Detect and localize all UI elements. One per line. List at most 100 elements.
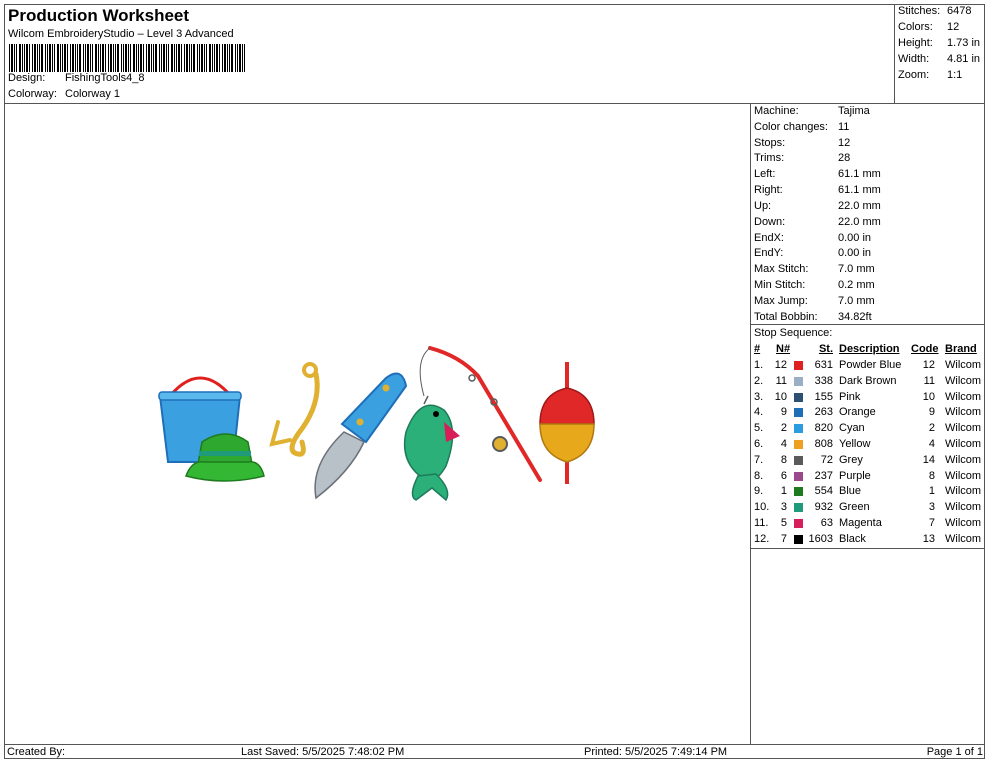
table-row: 12. 7 1603 Black 13 Wilcom xyxy=(751,533,985,548)
barcode-bar xyxy=(22,44,23,72)
table-row: 11. 5 63 Magenta 7 Wilcom xyxy=(751,517,985,532)
color-code: 9 xyxy=(928,406,935,419)
color-code: 10 xyxy=(922,390,935,403)
col-header-description: Description xyxy=(839,343,900,355)
stop-number: 9. xyxy=(754,485,764,498)
color-description: Grey xyxy=(839,453,863,466)
color-description: Magenta xyxy=(839,517,882,529)
barcode-bar xyxy=(105,44,106,72)
summary-label: Width: xyxy=(898,53,930,65)
colorway-name: Colorway 1 xyxy=(65,88,121,100)
needle-number: 7 xyxy=(780,532,787,545)
barcode-bar xyxy=(216,44,218,72)
col-header-stitches: St. xyxy=(818,343,833,355)
stitch-count: 932 xyxy=(814,501,833,514)
stop-number: 12. xyxy=(754,532,770,545)
info-value: 22.0 mm xyxy=(838,200,881,212)
color-code: 13 xyxy=(922,532,935,545)
stop-number: 11. xyxy=(754,517,769,529)
stitch-count: 237 xyxy=(814,469,833,482)
needle-number: 1 xyxy=(780,485,787,498)
thread-brand: Wilcom xyxy=(945,390,982,403)
color-description: Yellow xyxy=(839,438,871,450)
stop-number: 5. xyxy=(754,422,764,435)
info-row: Stops: 12 xyxy=(754,137,850,152)
barcode-bar xyxy=(219,44,220,72)
info-value: 61.1 mm xyxy=(838,168,881,180)
barcode-bar xyxy=(138,44,139,72)
barcode-bar xyxy=(41,44,43,72)
barcode-bar xyxy=(9,44,10,72)
info-row: Right: 61.1 mm xyxy=(754,184,881,199)
info-label: EndX: xyxy=(754,232,784,244)
needle-number: 6 xyxy=(780,469,787,482)
barcode-bar xyxy=(153,44,154,72)
info-row: Max Stitch: 7.0 mm xyxy=(754,263,875,278)
info-value: 7.0 mm xyxy=(838,263,875,275)
barcode-bar xyxy=(52,44,53,72)
barcode-bar xyxy=(87,44,89,72)
worksheet-header: Production Worksheet Wilcom EmbroiderySt… xyxy=(4,4,895,104)
info-label: EndY: xyxy=(754,247,784,259)
barcode-bar xyxy=(176,44,177,72)
stitch-count: 820 xyxy=(814,422,833,435)
color-swatch xyxy=(794,424,803,434)
info-label: Total Bobbin: xyxy=(754,311,818,323)
design-label: Design: xyxy=(8,72,46,84)
color-swatch xyxy=(794,503,803,513)
info-value: 28 xyxy=(838,152,851,164)
barcode-bar xyxy=(123,44,124,72)
barcode-bar xyxy=(108,44,109,72)
summary-label: Stitches: xyxy=(898,5,941,17)
color-code: 7 xyxy=(928,517,935,529)
table-row: 5. 2 820 Cyan 2 Wilcom xyxy=(751,422,985,437)
info-value: 34.82ft xyxy=(838,311,872,323)
barcode-bar xyxy=(75,44,76,72)
info-label: Trims: xyxy=(754,152,785,164)
design-row: Design: FishingTools4_8 xyxy=(8,72,145,84)
info-row: Machine: Tajima xyxy=(754,105,870,120)
stitch-count: 263 xyxy=(814,406,833,419)
page-footer: Created By: Last Saved: 5/5/2025 7:48:02… xyxy=(4,744,985,759)
color-description: Cyan xyxy=(839,422,865,435)
thread-brand: Wilcom xyxy=(945,469,982,482)
barcode-bar xyxy=(60,44,61,72)
barcode-bar xyxy=(117,44,119,72)
summary-label: Zoom: xyxy=(898,69,930,81)
stop-sequence-title: Stop Sequence: xyxy=(754,327,833,339)
barcode-bar xyxy=(125,44,127,72)
barcode-bar xyxy=(161,44,162,72)
barcode-bar xyxy=(206,44,207,72)
info-row: Down: 22.0 mm xyxy=(754,216,881,231)
barcode-bar xyxy=(148,44,150,72)
barcode-bar xyxy=(189,44,190,72)
barcode-bar xyxy=(201,44,203,72)
last-saved: Last Saved: 5/5/2025 7:48:02 PM xyxy=(241,746,405,758)
barcode-bar xyxy=(181,44,182,72)
col-header-needle: N# xyxy=(776,343,791,355)
col-header-brand: Brand xyxy=(945,343,977,355)
barcode-bar xyxy=(166,44,167,72)
info-row: Min Stitch: 0.2 mm xyxy=(754,279,875,294)
table-row: 9. 1 554 Blue 1 Wilcom xyxy=(751,485,985,500)
thread-brand: Wilcom xyxy=(945,517,982,529)
color-swatch xyxy=(794,519,803,528)
col-header-number: # xyxy=(754,343,761,355)
color-swatch xyxy=(794,376,803,386)
color-code: 1 xyxy=(928,485,935,498)
stitch-count: 1603 xyxy=(808,532,833,545)
page-number: Page 1 of 1 xyxy=(926,746,983,758)
barcode-bar xyxy=(47,44,48,72)
needle-number: 12 xyxy=(774,359,787,371)
summary-label: Colors: xyxy=(898,21,933,33)
barcode-bar xyxy=(14,44,15,72)
barcode-bar xyxy=(64,44,66,72)
barcode-bar xyxy=(121,44,122,72)
colorway-row: Colorway: Colorway 1 xyxy=(8,88,120,100)
color-swatch xyxy=(794,487,803,497)
barcode-bar xyxy=(227,44,228,72)
barcode-bar xyxy=(72,44,74,72)
barcode-bar xyxy=(57,44,59,72)
color-code: 12 xyxy=(922,359,935,371)
barcode-bar xyxy=(163,44,165,72)
